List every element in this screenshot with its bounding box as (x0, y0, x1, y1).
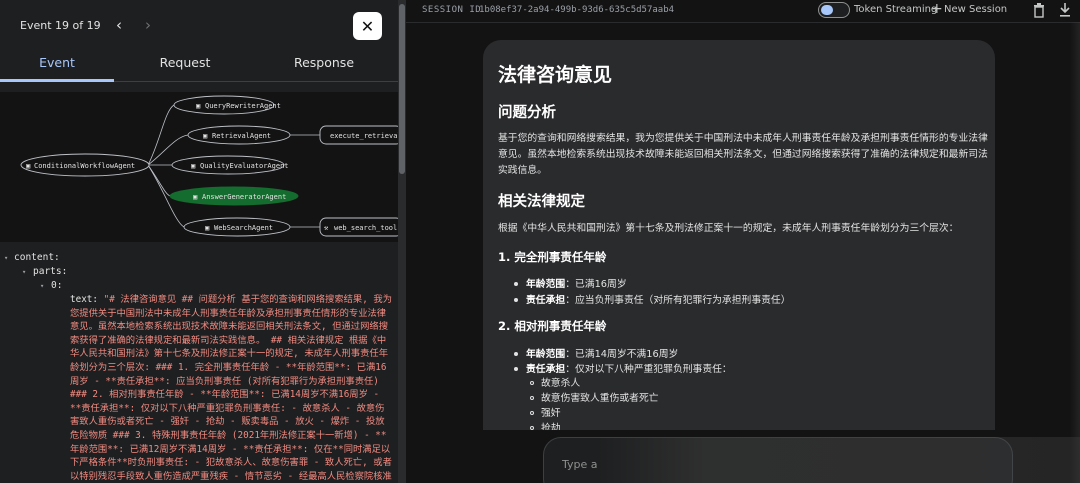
bullet (530, 426, 534, 430)
list-item: 故意伤害致人重伤或者死亡 (541, 393, 659, 404)
list-item: 抢劫 (541, 423, 561, 430)
heading-analysis: 问题分析 (498, 105, 556, 121)
scroll-thumb[interactable] (399, 4, 405, 174)
tab-event[interactable]: Event (0, 50, 114, 82)
expand-arrow-icon[interactable]: ▾ (22, 268, 26, 276)
expand-arrow-icon[interactable]: ▾ (4, 254, 8, 262)
token-streaming-label: Token Streaming (854, 4, 938, 15)
tree-text-string: "# 法律咨询意见 ## 问题分析 基于您的查询和网络搜索结果, 我为您提供关于… (70, 294, 393, 482)
toggle-knob (821, 5, 833, 15)
list-item: 强奸 (541, 408, 561, 419)
section-1-title: 1. 完全刑事责任年龄 (498, 250, 607, 264)
tree-key-index: 0: (51, 280, 63, 291)
graph-tool-label: execute_retrieval (330, 132, 398, 140)
trash-icon[interactable] (1032, 2, 1046, 18)
tree-key-parts: parts: (33, 266, 68, 277)
robot-icon: ▣ (205, 224, 209, 232)
chevron-left-icon[interactable]: ‹ (108, 14, 130, 36)
robot-icon: ▣ (193, 193, 197, 201)
new-session-button[interactable]: New Session (944, 4, 1007, 15)
list-item: 责任承担：仅对以下八种严重犯罪负刑事责任： (526, 364, 732, 375)
active-tab-indicator (0, 79, 114, 82)
message-input[interactable] (562, 458, 602, 471)
graph-edge (147, 104, 175, 166)
robot-icon: ▣ (191, 162, 195, 170)
graph-node-label: RetrievalAgent (212, 132, 271, 140)
section-2-title: 2. 相对刑事责任年龄 (498, 319, 607, 333)
agent-graph: ▣ ConditionalWorkflowAgent ▣ QueryRewrit… (0, 92, 398, 242)
graph-node-label: WebSearchAgent (214, 224, 273, 232)
tree-key-content: content: (14, 252, 60, 263)
bullet (514, 282, 518, 286)
left-scrollbar[interactable] (398, 0, 406, 483)
graph-node-label: AnswerGeneratorAgent (202, 193, 286, 201)
close-icon: ✕ (360, 16, 375, 36)
list-item: 年龄范围：已满16周岁 (526, 279, 627, 290)
session-id-value: 1b08ef37-2a94-499b-93d6-635c5d57aab4 (479, 5, 675, 15)
robot-icon: ▣ (196, 102, 200, 110)
graph-node-label: ConditionalWorkflowAgent (34, 162, 135, 170)
session-id-label: SESSION ID (422, 5, 482, 15)
list-item: 故意杀人 (541, 378, 581, 389)
event-panel: Event 19 of 19 ‹ › ✕ Event Request Respo… (0, 0, 398, 483)
plus-icon[interactable]: + (931, 1, 943, 17)
event-json-tree: ▾ content: ▾ parts: ▾ 0: text: "# 法律咨询意见… (0, 248, 398, 483)
chevron-right-icon[interactable]: › (137, 14, 159, 36)
bullet (530, 411, 534, 415)
bullet (514, 367, 518, 371)
close-button[interactable]: ✕ (353, 12, 382, 40)
bullet (514, 298, 518, 302)
graph-tool-label: web_search_tool (334, 224, 397, 232)
tab-request[interactable]: Request (128, 50, 242, 82)
token-streaming-toggle[interactable] (818, 2, 850, 18)
tree-text-value: text: "# 法律咨询意见 ## 问题分析 基于您的查询和网络搜索结果, 我… (70, 293, 392, 483)
right-edge-fade (1070, 22, 1080, 483)
bullet (530, 396, 534, 400)
session-top-bar: SESSION ID 1b08ef37-2a94-499b-93d6-635c5… (406, 0, 1080, 22)
robot-icon: ▣ (26, 162, 30, 170)
event-header: Event 19 of 19 ‹ › ✕ (0, 0, 398, 50)
top-divider (406, 22, 1080, 23)
tree-key-text: text: (70, 294, 98, 305)
assistant-message-card: 法律咨询意见 问题分析 基于您的查询和网络搜索结果，我为您提供关于中国刑法中未成… (483, 40, 995, 430)
message-input-box[interactable] (543, 437, 1013, 483)
paragraph-law: 根据《中华人民共和国刑法》第十七条及刑法修正案十一的规定，未成年人刑事责任年龄划… (498, 223, 959, 234)
message-title: 法律咨询意见 (498, 64, 613, 86)
event-counter: Event 19 of 19 (20, 19, 101, 32)
list-item: 责任承担：应当负刑事责任（对所有犯罪行为承担刑事责任） (526, 295, 791, 306)
robot-icon: ▣ (203, 132, 207, 140)
graph-node-label: QueryRewriterAgent (205, 102, 281, 110)
bullet (514, 352, 518, 356)
tab-response[interactable]: Response (266, 50, 382, 82)
list-item: 年龄范围：已满14周岁不满16周岁 (526, 349, 679, 360)
graph-edge (147, 164, 171, 197)
event-tabs: Event Request Response (0, 50, 398, 82)
graph-node-label: QualityEvaluatorAgent (200, 162, 289, 170)
bullet (530, 381, 534, 385)
download-icon[interactable] (1058, 2, 1072, 18)
paragraph-analysis: 基于您的查询和网络搜索结果，我为您提供关于中国刑法中未成年人刑事责任年龄及承担刑… (498, 133, 988, 176)
heading-law: 相关法律规定 (498, 194, 585, 210)
expand-arrow-icon[interactable]: ▾ (40, 282, 44, 290)
